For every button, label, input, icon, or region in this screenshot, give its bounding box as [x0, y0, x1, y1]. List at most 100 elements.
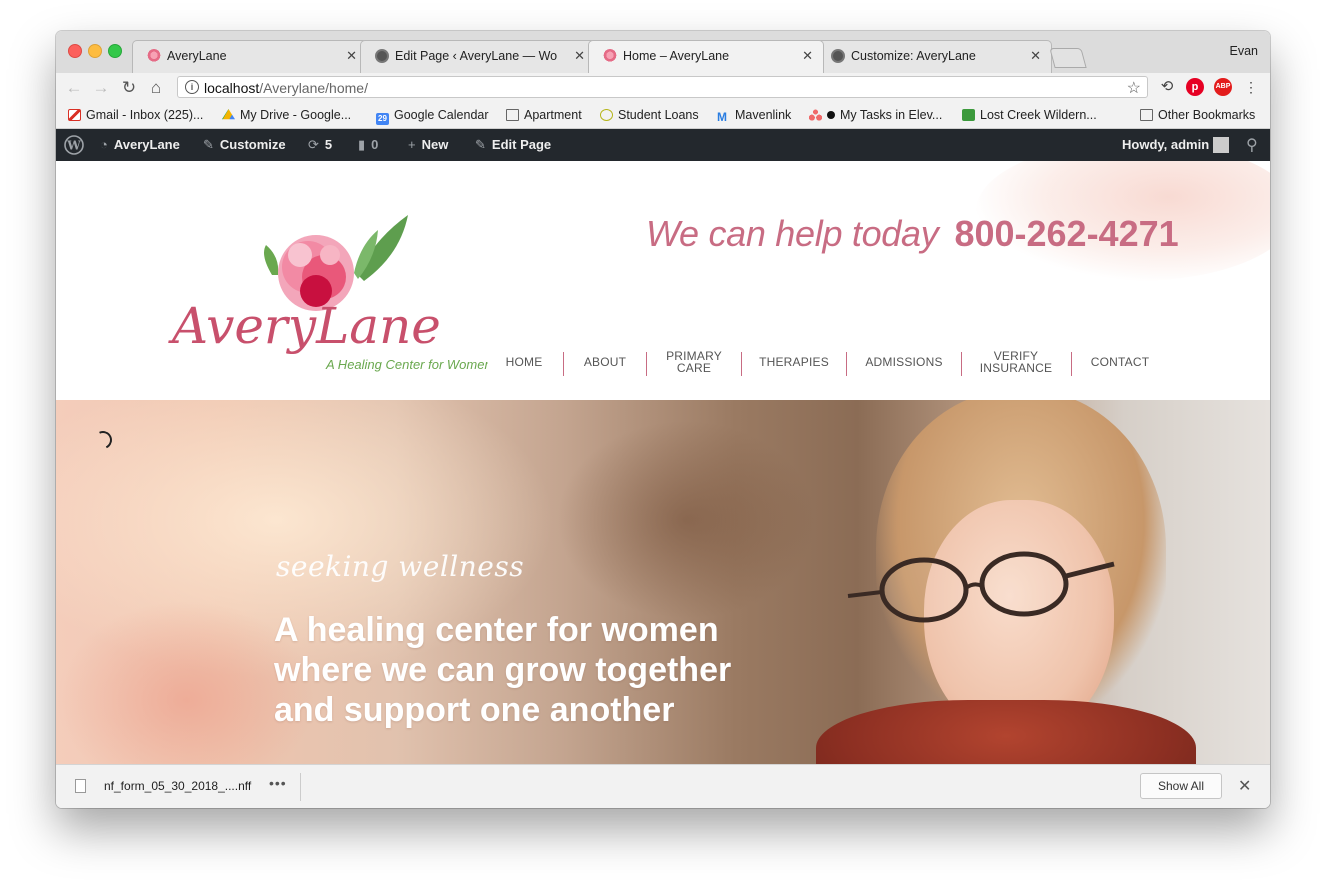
- minimize-window-button[interactable]: [88, 44, 102, 58]
- admin-new-label: New: [421, 137, 449, 152]
- close-tab-icon[interactable]: ✕: [346, 48, 357, 64]
- zoom-window-button[interactable]: [108, 44, 122, 58]
- close-tab-icon[interactable]: ✕: [1030, 48, 1041, 64]
- nav-therapies[interactable]: THERAPIES: [752, 345, 836, 379]
- address-bar[interactable]: i localhost/Averylane/home/ ☆: [177, 76, 1148, 98]
- download-divider: [300, 773, 301, 801]
- phone-number[interactable]: 800-262-4271: [954, 213, 1178, 254]
- svg-text:W: W: [66, 139, 81, 153]
- bookmark-label: Apartment: [524, 108, 582, 122]
- back-arrow-icon[interactable]: ←: [64, 78, 84, 98]
- bookmark-lost-creek[interactable]: Lost Creek Wildern...: [962, 108, 1097, 122]
- bookmark-label: My Tasks in Elev...: [840, 108, 943, 122]
- bookmark-label: Mavenlink: [735, 108, 792, 122]
- show-all-button[interactable]: Show All: [1140, 773, 1222, 799]
- nav-divider: [1071, 352, 1072, 376]
- bookmark-label: Gmail - Inbox (225)...: [86, 108, 204, 122]
- nav-label: ABOUT: [583, 355, 627, 369]
- nav-admissions[interactable]: ADMISSIONS: [856, 345, 952, 379]
- bookmark-mavenlink[interactable]: M Mavenlink: [717, 108, 791, 123]
- download-filename[interactable]: nf_form_05_30_2018_....nff: [104, 779, 251, 793]
- browser-window: AveryLane ✕ Edit Page ‹ AveryLane — Word…: [56, 31, 1270, 808]
- admin-new[interactable]: + New: [408, 137, 448, 152]
- nav-contact[interactable]: CONTACT: [1082, 345, 1158, 379]
- nav-divider: [563, 352, 564, 376]
- bookmark-gmail[interactable]: Gmail - Inbox (225)...: [68, 108, 203, 122]
- close-download-bar-icon[interactable]: ✕: [1238, 776, 1251, 796]
- url-text[interactable]: localhost/Averylane/home/: [204, 80, 368, 96]
- bookmarks-bar: Gmail - Inbox (225)... My Drive - Google…: [56, 103, 1270, 129]
- forward-arrow-icon[interactable]: →: [91, 78, 111, 98]
- averylane-logo[interactable]: AveryLane A Healing Center for Women: [168, 215, 492, 375]
- lost-creek-icon: [962, 109, 975, 121]
- reload-icon[interactable]: ↻: [119, 78, 139, 98]
- admin-site-name[interactable]: ◔ AveryLane: [100, 137, 180, 152]
- tagline-text: We can help today: [646, 213, 939, 254]
- more-options-icon[interactable]: •••: [269, 775, 287, 791]
- glasses-illustration: [847, 551, 1115, 623]
- nav-verify-insurance[interactable]: VERIFY INSURANCE: [971, 345, 1061, 379]
- pinterest-icon[interactable]: p: [1186, 78, 1204, 96]
- bookmark-calendar[interactable]: 29 Google Calendar: [376, 108, 489, 125]
- tab-edit-page[interactable]: Edit Page ‹ AveryLane — Word ✕: [360, 40, 596, 73]
- nav-divider: [646, 352, 647, 376]
- tab-title: Customize: AveryLane: [851, 49, 976, 63]
- bookmark-my-tasks[interactable]: My Tasks in Elev...: [809, 108, 942, 122]
- comment-icon: ▮: [358, 137, 366, 152]
- pencil-icon: ✎: [475, 137, 486, 152]
- bookmark-label: My Drive - Google...: [240, 108, 352, 122]
- hero-photo-shirt: [816, 700, 1196, 764]
- nav-about[interactable]: ABOUT: [574, 345, 636, 379]
- tab-strip: AveryLane ✕ Edit Page ‹ AveryLane — Word…: [56, 31, 1270, 73]
- nav-divider: [961, 352, 962, 376]
- bookmark-student-loans[interactable]: Student Loans: [600, 108, 699, 122]
- hero-script-text: seeking wellness: [276, 550, 525, 583]
- updates-icon: ⟳: [308, 137, 319, 152]
- close-tab-icon[interactable]: ✕: [802, 48, 813, 64]
- tab-averylane[interactable]: AveryLane ✕: [132, 40, 368, 73]
- nav-label: HOME: [505, 355, 543, 369]
- bookmark-drive[interactable]: My Drive - Google...: [222, 108, 351, 122]
- hero-headline-line: and support one another: [274, 691, 675, 729]
- adblock-icon[interactable]: ABP: [1214, 78, 1232, 96]
- avatar[interactable]: [1213, 137, 1229, 153]
- sync-icon[interactable]: ⟲: [1158, 78, 1176, 96]
- wordpress-favicon-icon: [375, 49, 389, 63]
- tab-title: Home – AveryLane: [623, 49, 730, 63]
- tab-customize[interactable]: Customize: AveryLane ✕: [816, 40, 1052, 73]
- profile-name[interactable]: Evan: [1230, 44, 1259, 58]
- nav-primary-care[interactable]: PRIMARY CARE: [656, 345, 732, 379]
- howdy-label: Howdy, admin: [1122, 137, 1210, 152]
- search-icon[interactable]: ⚲: [1246, 135, 1258, 155]
- dashboard-icon: ◔: [100, 137, 108, 152]
- folder-icon: [1140, 109, 1153, 121]
- info-icon[interactable]: i: [185, 80, 199, 94]
- tab-title: AveryLane: [167, 49, 227, 63]
- tab-home-active[interactable]: Home – AveryLane ✕: [588, 40, 824, 73]
- bookmark-star-icon[interactable]: ☆: [1127, 78, 1141, 98]
- home-icon[interactable]: ⌂: [146, 78, 166, 98]
- nav-home[interactable]: HOME: [496, 345, 552, 379]
- admin-comments[interactable]: ▮ 0: [358, 137, 378, 153]
- bookmark-label: Other Bookmarks: [1158, 108, 1256, 122]
- admin-customize[interactable]: ✎ Customize: [203, 137, 286, 153]
- nav-label: ADMISSIONS: [865, 355, 943, 369]
- updates-count: 5: [324, 137, 333, 152]
- url-path: /Averylane/home/: [259, 80, 368, 96]
- admin-customize-label: Customize: [219, 137, 286, 152]
- google-drive-icon: [222, 109, 235, 120]
- other-bookmarks[interactable]: Other Bookmarks: [1140, 108, 1255, 122]
- nav-label: CONTACT: [1090, 355, 1150, 369]
- brush-icon: ✎: [203, 137, 214, 152]
- admin-updates[interactable]: ⟳ 5: [308, 137, 332, 153]
- admin-howdy[interactable]: Howdy, admin: [1122, 137, 1209, 152]
- bookmark-apartment[interactable]: Apartment: [506, 108, 582, 122]
- menu-icon[interactable]: ⋮: [1242, 78, 1260, 96]
- close-tab-icon[interactable]: ✕: [574, 48, 585, 64]
- new-tab-button[interactable]: [1049, 48, 1087, 68]
- nav-label: THERAPIES: [759, 355, 829, 369]
- admin-edit-page[interactable]: ✎ Edit Page: [475, 137, 551, 153]
- wordpress-logo-icon[interactable]: W: [64, 135, 84, 158]
- phone-tagline: We can help today 800-262-4271: [646, 213, 1179, 255]
- close-window-button[interactable]: [68, 44, 82, 58]
